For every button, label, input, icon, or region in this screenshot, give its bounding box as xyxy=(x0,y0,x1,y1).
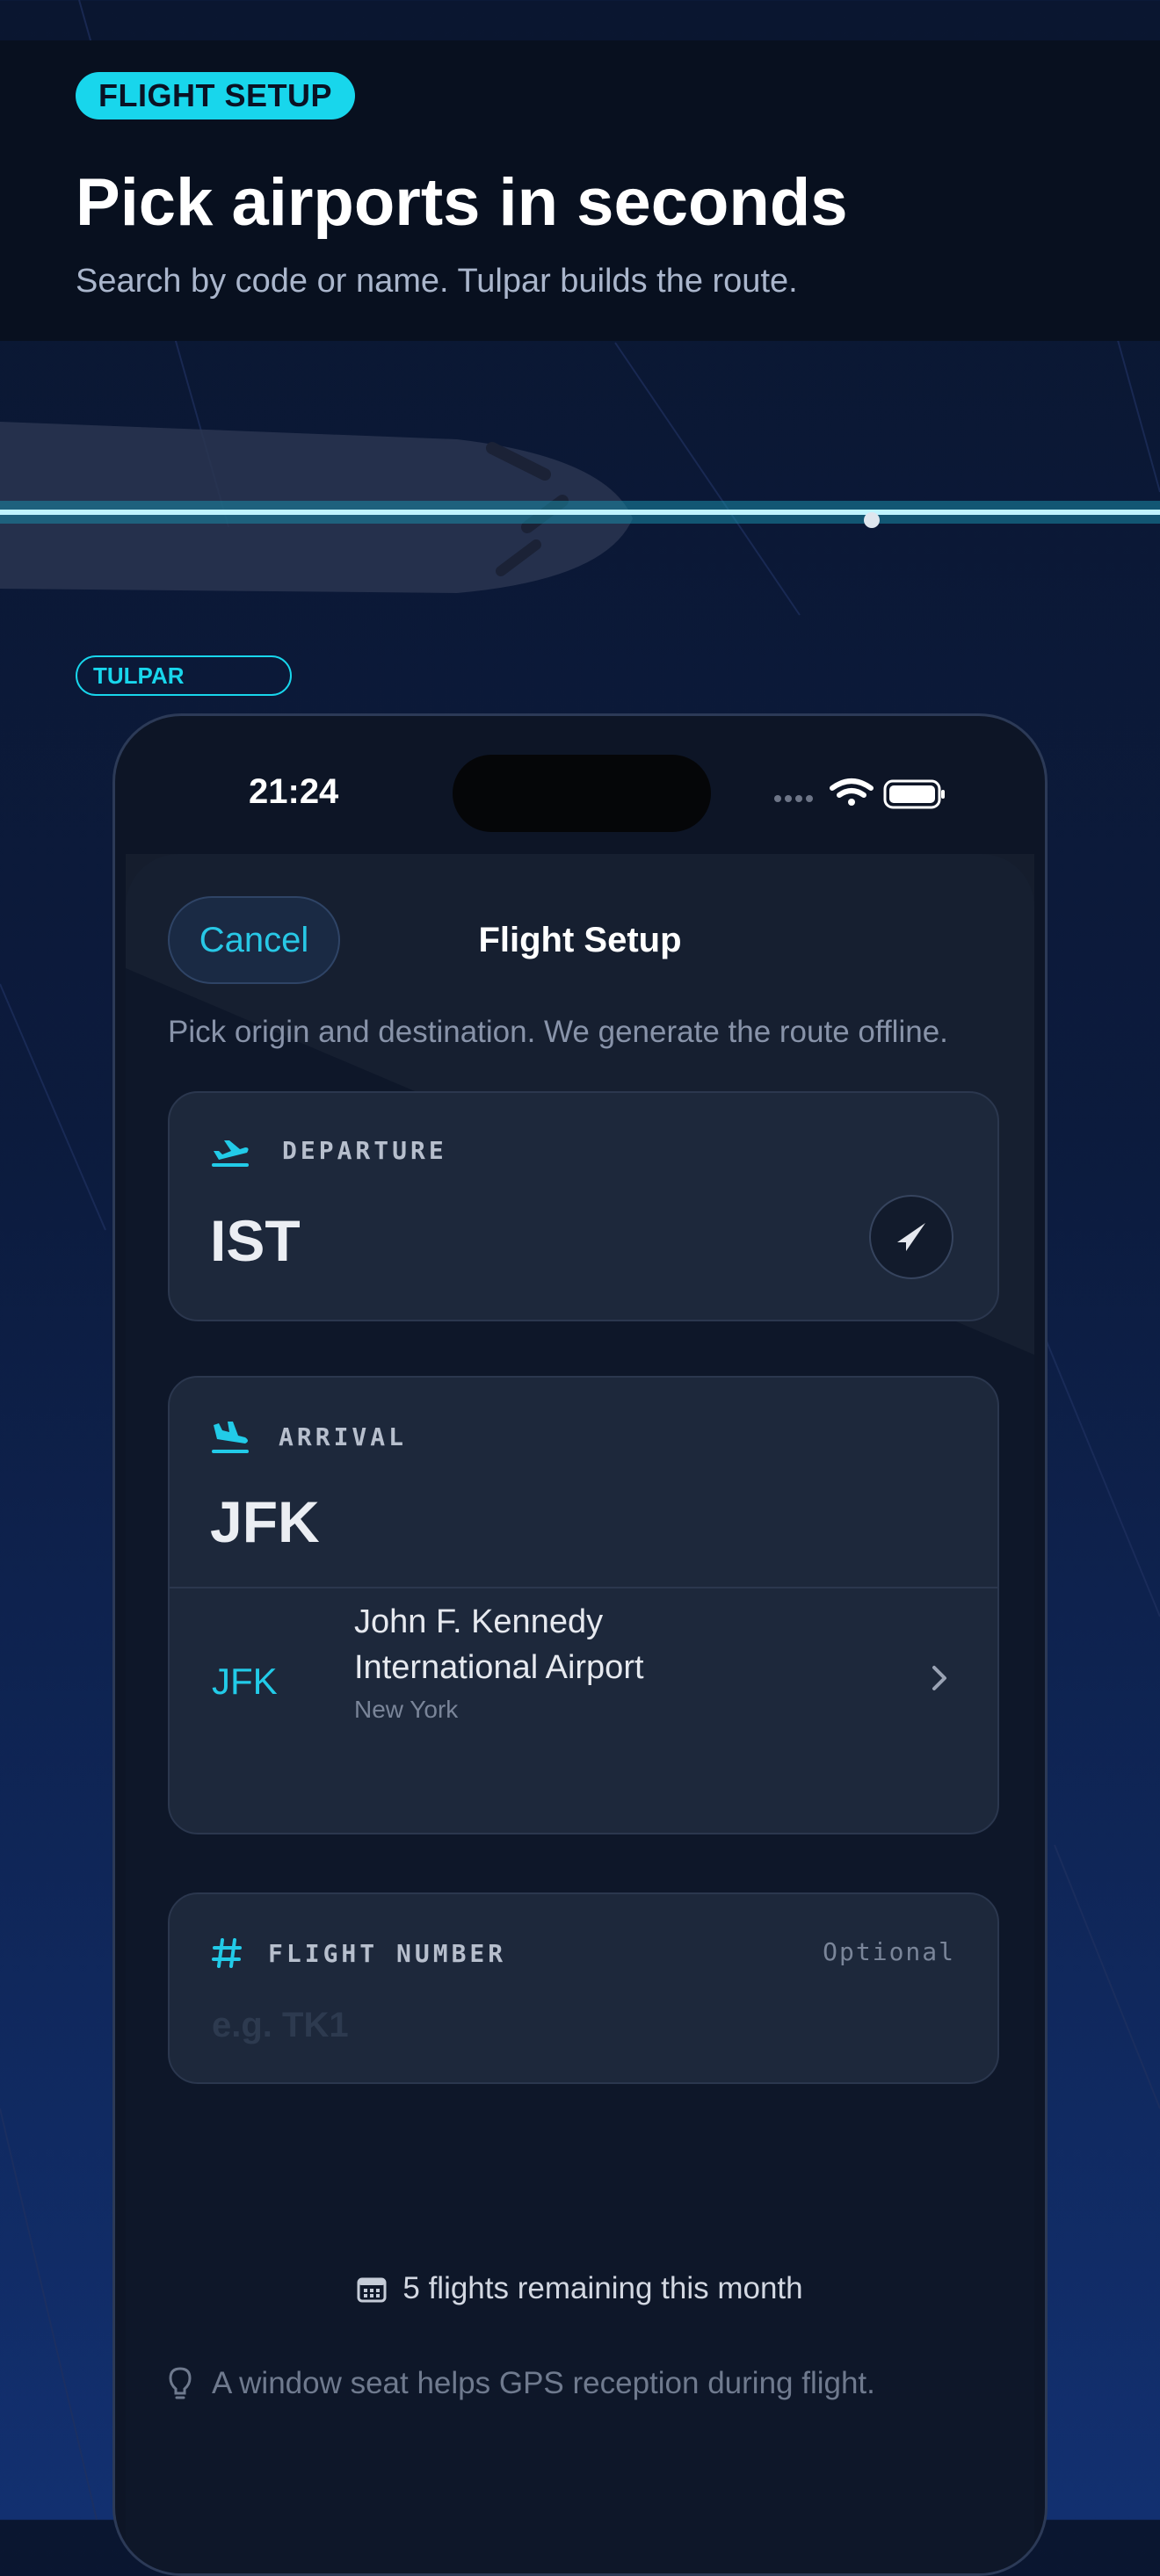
flight-number-card[interactable]: FLIGHT NUMBER Optional xyxy=(168,1892,999,2084)
airport-result-row[interactable]: JFK John F. Kennedy International Airpor… xyxy=(170,1588,997,1834)
plane-landing-icon xyxy=(212,1422,249,1453)
location-arrow-icon xyxy=(897,1223,925,1251)
airport-result-city: New York xyxy=(354,1696,459,1723)
battery-icon xyxy=(883,779,945,809)
status-time: 21:24 xyxy=(249,772,339,811)
airport-name-line2: International Airport xyxy=(354,1649,644,1686)
sheet-title: Flight Setup xyxy=(478,921,682,959)
wifi-icon xyxy=(830,778,874,806)
arrival-card[interactable]: ARRIVAL JFK JFK John F. Kennedy Internat… xyxy=(168,1376,999,1834)
airport-result-code: JFK xyxy=(212,1661,278,1702)
hero-tag: FLIGHT SETUP xyxy=(76,72,355,119)
lightbulb-icon xyxy=(169,2367,192,2399)
brand-tag: TULPAR xyxy=(76,655,292,696)
airport-result-name: John F. Kennedy International Airport xyxy=(354,1599,846,1690)
chevron-right-icon xyxy=(932,1666,946,1690)
dynamic-island xyxy=(453,755,711,832)
departure-code[interactable]: IST xyxy=(210,1207,301,1274)
airplane-illustration xyxy=(0,422,1160,593)
hero-banner: FLIGHT SETUP Pick airports in seconds Se… xyxy=(0,40,1160,341)
sheet-description: Pick origin and destination. We generate… xyxy=(168,1015,948,1049)
flight-number-input[interactable] xyxy=(210,1998,917,2052)
status-icons xyxy=(774,778,945,809)
calendar-icon xyxy=(357,2277,387,2303)
arrival-label: ARRIVAL xyxy=(279,1422,408,1451)
optional-label: Optional xyxy=(823,1937,955,1966)
arrival-code[interactable]: JFK xyxy=(210,1488,320,1555)
departure-label: DEPARTURE xyxy=(282,1136,447,1165)
locate-button[interactable] xyxy=(869,1195,953,1279)
hash-icon xyxy=(212,1938,242,1968)
flight-setup-sheet: Cancel Flight Setup Pick origin and dest… xyxy=(126,854,1034,2573)
tip-text: A window seat helps GPS reception during… xyxy=(212,2366,875,2400)
airport-name-line1: John F. Kennedy xyxy=(354,1603,604,1640)
flight-number-label: FLIGHT NUMBER xyxy=(268,1939,507,1968)
remaining-flights: 5 flights remaining this month xyxy=(126,2268,1034,2309)
signal-icon xyxy=(774,795,813,802)
hero-title: Pick airports in seconds xyxy=(76,165,848,240)
tip-row: A window seat helps GPS reception during… xyxy=(168,2363,875,2404)
remaining-text: 5 flights remaining this month xyxy=(402,2271,803,2305)
plane-takeoff-icon xyxy=(212,1140,249,1167)
phone-frame: 21:24 Cancel Flight Setup Pick origin an… xyxy=(112,713,1048,2576)
hero-subtitle: Search by code or name. Tulpar builds th… xyxy=(76,263,798,300)
departure-card[interactable]: DEPARTURE IST xyxy=(168,1091,999,1321)
